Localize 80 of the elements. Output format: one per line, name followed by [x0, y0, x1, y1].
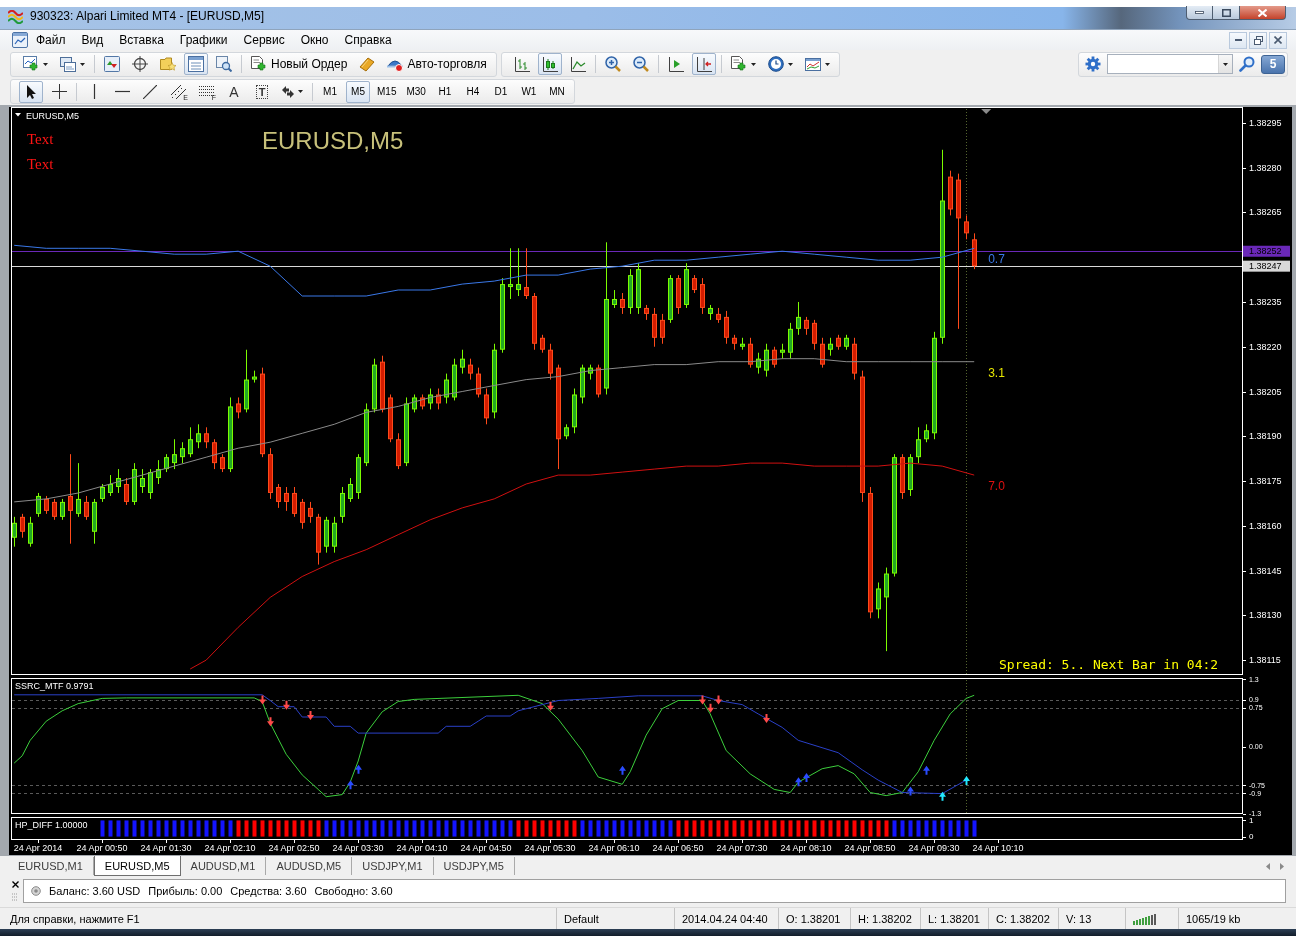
price-label: 1.38175	[1242, 476, 1282, 487]
x-tick-label: 24 Apr 00:50	[76, 843, 128, 853]
time-label: 24 Apr 00:50	[76, 839, 128, 853]
time-label: 24 Apr 10:10	[972, 839, 1024, 853]
time-label: 24 Apr 02:10	[204, 839, 256, 853]
price-marker: 1.38247	[1243, 260, 1290, 272]
x-tick-label: 24 Apr 03:30	[332, 843, 384, 853]
y-tick-label: 1.38280	[1249, 162, 1282, 173]
x-tick-label: 24 Apr 04:50	[460, 843, 512, 853]
x-tick-label: 24 Apr 10:10	[972, 843, 1024, 853]
y-tick-label: 1.38205	[1249, 386, 1282, 397]
y-tick-label: 1.38115	[1249, 655, 1281, 666]
time-label: 24 Apr 05:30	[524, 839, 576, 853]
time-label: 24 Apr 06:50	[652, 839, 704, 853]
time-label: 24 Apr 08:10	[780, 839, 832, 853]
y-tick-label: 1.38220	[1249, 341, 1282, 352]
indicator-title: SSRC_MTF 0.9791	[15, 681, 94, 691]
y-tick-label: 1.38235	[1249, 296, 1282, 307]
y-tick-label: 1	[1249, 815, 1254, 825]
chart-text-label: Text	[27, 131, 54, 147]
window-title: 930323: Alpari Limited MT4 - [EURUSD,M5]	[30, 8, 265, 25]
price-label: 1.38280	[1242, 162, 1282, 173]
x-tick-label: 24 Apr 01:30	[140, 843, 192, 853]
chart-text-label: Text	[27, 156, 54, 172]
y-tick-label: 1.38130	[1249, 610, 1282, 621]
ref-line-label: 1.38247	[1249, 261, 1282, 272]
y-tick-label: 1.38145	[1249, 565, 1282, 576]
x-tick-label: 24 Apr 02:50	[268, 843, 320, 853]
time-label: 24 Apr 2014	[13, 839, 63, 853]
time-label: 24 Apr 04:10	[396, 839, 448, 853]
y-tick-label: 1.38190	[1249, 431, 1282, 442]
time-label: 24 Apr 04:50	[460, 839, 512, 853]
chart-title: EURUSD,M5	[26, 110, 79, 121]
x-tick-label: 24 Apr 05:30	[524, 843, 576, 853]
x-tick-label: 24 Apr 06:10	[588, 843, 640, 853]
x-tick-label: 24 Apr 06:50	[652, 843, 704, 853]
time-label: 24 Apr 03:30	[332, 839, 384, 853]
spread-info-text: Spread: 5.. Next Bar in 04:2	[999, 657, 1219, 672]
price-label: 1.38295	[1242, 117, 1282, 128]
account-value: Баланс: 3.60 USD	[49, 885, 141, 897]
time-label: 24 Apr 08:50	[844, 839, 896, 853]
price-label: 1.38205	[1242, 386, 1282, 397]
price-label: 1.38220	[1242, 341, 1282, 352]
x-tick-label: 24 Apr 02:10	[204, 843, 256, 853]
x-tick-label: 24 Apr 07:30	[716, 843, 768, 853]
account-value: Свободно: 3.60	[314, 885, 393, 897]
time-label: 24 Apr 06:10	[588, 839, 640, 853]
symbol-label: EURUSD,M5	[262, 127, 404, 154]
status-text: Для справки, нажмите F1	[9, 911, 141, 927]
x-tick-label: 24 Apr 08:50	[844, 843, 896, 853]
x-tick-label: 24 Apr 04:10	[396, 843, 448, 853]
time-label: 24 Apr 09:30	[908, 839, 960, 853]
line-value-label: 3.1	[988, 365, 1005, 380]
x-tick-label: 24 Apr 08:10	[780, 843, 832, 853]
line-value-label: 0.7	[988, 252, 1005, 267]
account-value: Средства: 3.60	[230, 885, 307, 897]
time-label: 24 Apr 02:50	[268, 839, 320, 853]
price-label: 1.38115	[1242, 655, 1281, 666]
price-label: 1.38265	[1242, 207, 1282, 218]
x-tick-label: 24 Apr 09:30	[908, 843, 960, 853]
price-label: 1.38145	[1242, 565, 1282, 576]
price-label: 1.38190	[1242, 431, 1282, 442]
time-label: 24 Apr 01:30	[140, 839, 192, 853]
price-marker: 1.38252	[1243, 245, 1290, 257]
line-value-label: 7.0	[988, 479, 1005, 494]
scale-label: 1	[1242, 815, 1254, 825]
y-tick-label: 1.38295	[1249, 117, 1282, 128]
y-tick-label: 1.38160	[1249, 520, 1282, 531]
indicator-title: HP_DIFF 1.00000	[15, 820, 88, 830]
price-label: 1.38160	[1242, 520, 1282, 531]
time-label: 24 Apr 07:30	[716, 839, 768, 853]
ref-line-label: 1.38252	[1249, 246, 1282, 257]
y-tick-label: 1.38175	[1249, 476, 1282, 487]
price-label: 1.38235	[1242, 296, 1282, 307]
y-tick-label: 0	[1249, 832, 1254, 842]
price-label: 1.38130	[1242, 610, 1282, 621]
x-tick-label: 24 Apr 2014	[13, 843, 63, 853]
y-tick-label: 1.38265	[1249, 207, 1282, 218]
scale-label: 0	[1242, 832, 1254, 842]
account-value: Прибыль: 0.00	[148, 885, 223, 897]
